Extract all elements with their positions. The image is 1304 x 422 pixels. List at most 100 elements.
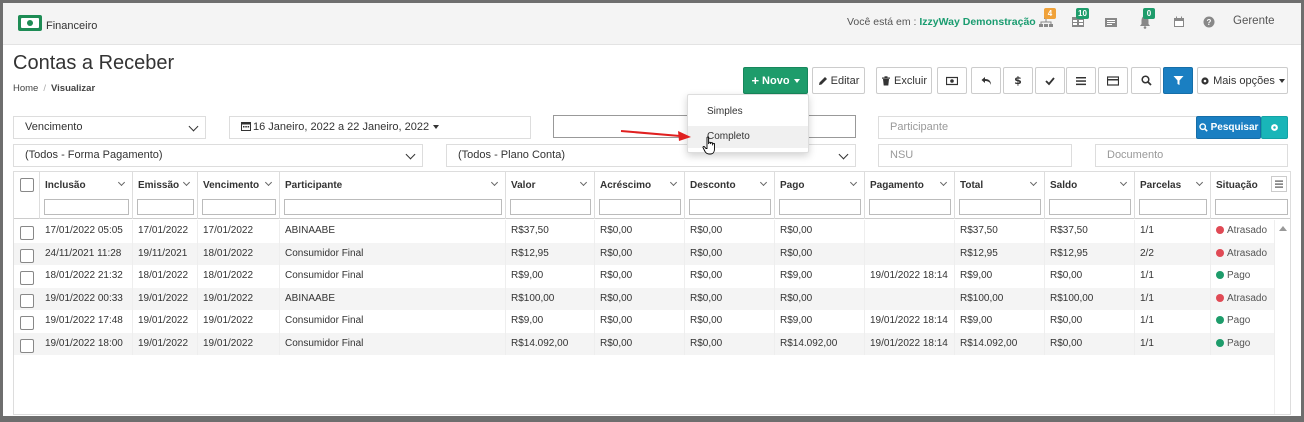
column-filter-input[interactable]	[959, 199, 1041, 215]
col-pago-cell: R$9,00	[775, 265, 865, 288]
money-button[interactable]	[937, 67, 967, 94]
calendar-icon	[241, 122, 251, 131]
chevron-down-icon	[838, 149, 849, 160]
chevron-down-icon[interactable]	[669, 178, 678, 187]
col-participante-header[interactable]: Participante	[280, 172, 506, 219]
col-saldo-header[interactable]: Saldo	[1045, 172, 1135, 219]
row-checkbox[interactable]	[20, 226, 34, 240]
column-filter-input[interactable]	[1049, 199, 1131, 215]
sitemap-icon[interactable]: 4	[1039, 8, 1056, 29]
dollar-button[interactable]: $	[1003, 67, 1033, 94]
col-inclusao-header[interactable]: Inclusão	[40, 172, 133, 219]
col-pagamento-header[interactable]: Pagamento	[865, 172, 955, 219]
confirm-button[interactable]	[1035, 67, 1065, 94]
chevron-down-icon[interactable]	[759, 178, 768, 187]
row-checkbox[interactable]	[20, 293, 34, 308]
column-filter-input[interactable]	[1139, 199, 1207, 215]
chevron-down-icon[interactable]	[117, 178, 126, 187]
table-row[interactable]: 18/01/2022 21:32 18/01/2022 18/01/2022 Cons…	[14, 265, 1290, 288]
participant-input[interactable]: Participante	[878, 116, 1197, 139]
column-filter-input[interactable]	[599, 199, 681, 215]
row-checkbox[interactable]	[20, 338, 34, 353]
notification-badge: 4	[1044, 8, 1056, 19]
column-filter-input[interactable]	[779, 199, 861, 215]
vertical-scrollbar[interactable]	[1274, 220, 1290, 414]
edit-button[interactable]: Editar	[812, 67, 865, 94]
col-inclusao-cell: 19/01/2022 17:48	[40, 310, 133, 333]
date-type-select[interactable]: Vencimento	[13, 116, 206, 139]
chevron-down-icon[interactable]	[849, 178, 858, 187]
breadcrumb-home[interactable]: Home	[13, 83, 38, 94]
col-vencimento-header[interactable]: Vencimento	[198, 172, 280, 219]
chevron-down-icon[interactable]	[939, 178, 948, 187]
col-pago-header[interactable]: Pago	[775, 172, 865, 219]
calendar-icon[interactable]	[1172, 15, 1186, 29]
search-icon	[1198, 123, 1208, 132]
row-checkbox[interactable]	[20, 271, 34, 285]
scroll-up-icon[interactable]	[1279, 226, 1287, 231]
chevron-down-icon[interactable]	[264, 178, 273, 187]
id-card-icon[interactable]	[1104, 15, 1118, 29]
chevron-down-icon[interactable]	[579, 178, 588, 187]
delete-button[interactable]: Excluir	[876, 67, 932, 94]
column-menu-icon[interactable]	[1271, 176, 1287, 192]
table-row[interactable]: 24/11/2021 11:28 19/11/2021 18/01/2022 Cons…	[14, 242, 1290, 265]
col-total-header[interactable]: Total	[955, 172, 1045, 219]
list-button[interactable]	[1066, 67, 1096, 94]
chevron-down-icon[interactable]	[1119, 178, 1128, 187]
row-checkbox[interactable]	[20, 248, 34, 263]
column-filter-input[interactable]	[510, 199, 591, 215]
chevron-down-icon[interactable]	[1195, 178, 1204, 187]
select-all-checkbox[interactable]	[20, 178, 34, 192]
column-filter-input[interactable]	[869, 199, 951, 215]
col-valor-header[interactable]: Valor	[506, 172, 595, 219]
search-button[interactable]	[1131, 67, 1161, 94]
table-row[interactable]: 19/01/2022 18:00 19/01/2022 19/01/2022 Cons…	[14, 332, 1290, 355]
user-menu[interactable]: Gerente	[1233, 15, 1275, 27]
col-emissao-header[interactable]: Emissão	[133, 172, 198, 219]
column-filter-input[interactable]	[284, 199, 502, 215]
column-label: Emissão	[138, 180, 180, 191]
col-inclusao-cell: 19/01/2022 00:33	[40, 287, 133, 310]
payment-method-select[interactable]: (Todos - Forma Pagamento)	[13, 144, 423, 167]
column-filter-input[interactable]	[137, 199, 194, 215]
row-checkbox[interactable]	[20, 316, 34, 330]
col-acrescimo-header[interactable]: Acréscimo	[595, 172, 685, 219]
advanced-settings-button[interactable]	[1261, 116, 1288, 139]
col-parcelas-header[interactable]: Parcelas	[1135, 172, 1211, 219]
date-range-picker[interactable]: 16 Janeiro, 2022 a 22 Janeiro, 2022	[229, 116, 531, 139]
new-button[interactable]: + Novo	[743, 67, 808, 94]
help-icon[interactable]: ?	[1202, 15, 1216, 29]
bell-icon[interactable]: 0	[1138, 8, 1155, 29]
store-icon[interactable]: 10	[1071, 8, 1089, 29]
col-pagamento-cell	[865, 287, 955, 310]
cog-icon	[1271, 124, 1278, 131]
menu-item-simples[interactable]: Simples	[688, 101, 808, 123]
new-button-label: Novo	[762, 74, 790, 87]
column-filter-input[interactable]	[689, 199, 771, 215]
chevron-down-icon[interactable]	[182, 178, 191, 187]
col-valor-cell: R$37,50	[506, 220, 595, 243]
table-row[interactable]: 19/01/2022 17:48 19/01/2022 19/01/2022 Cons…	[14, 310, 1290, 333]
card-button[interactable]	[1098, 67, 1128, 94]
column-filter-input[interactable]	[202, 199, 276, 215]
col-pago-cell: R$0,00	[775, 287, 865, 310]
table-row[interactable]: 17/01/2022 05:05 17/01/2022 17/01/2022 ABIN…	[14, 220, 1290, 243]
payment-method-value: (Todos - Forma Pagamento)	[25, 149, 163, 161]
more-options-button[interactable]: Mais opções	[1197, 67, 1288, 94]
pesquisar-button[interactable]: Pesquisar	[1196, 116, 1261, 139]
column-label: Pago	[780, 180, 805, 191]
filter-button[interactable]	[1163, 67, 1193, 94]
column-filter-input[interactable]	[44, 199, 129, 215]
column-label: Acréscimo	[600, 180, 652, 191]
nsu-input[interactable]: NSU	[878, 144, 1072, 167]
table-row[interactable]: 19/01/2022 00:33 19/01/2022 19/01/2022 ABIN…	[14, 287, 1290, 310]
column-filter-input[interactable]	[1215, 199, 1288, 215]
chevron-down-icon[interactable]	[490, 178, 499, 187]
chevron-down-icon[interactable]	[1029, 178, 1038, 187]
document-input[interactable]: Documento	[1095, 144, 1288, 167]
undo-button[interactable]	[971, 67, 1001, 94]
col-pagamento-cell: 19/01/2022 18:14	[865, 310, 955, 333]
company-link[interactable]: IzzyWay Demonstração	[919, 16, 1035, 28]
col-desconto-header[interactable]: Desconto	[685, 172, 775, 219]
